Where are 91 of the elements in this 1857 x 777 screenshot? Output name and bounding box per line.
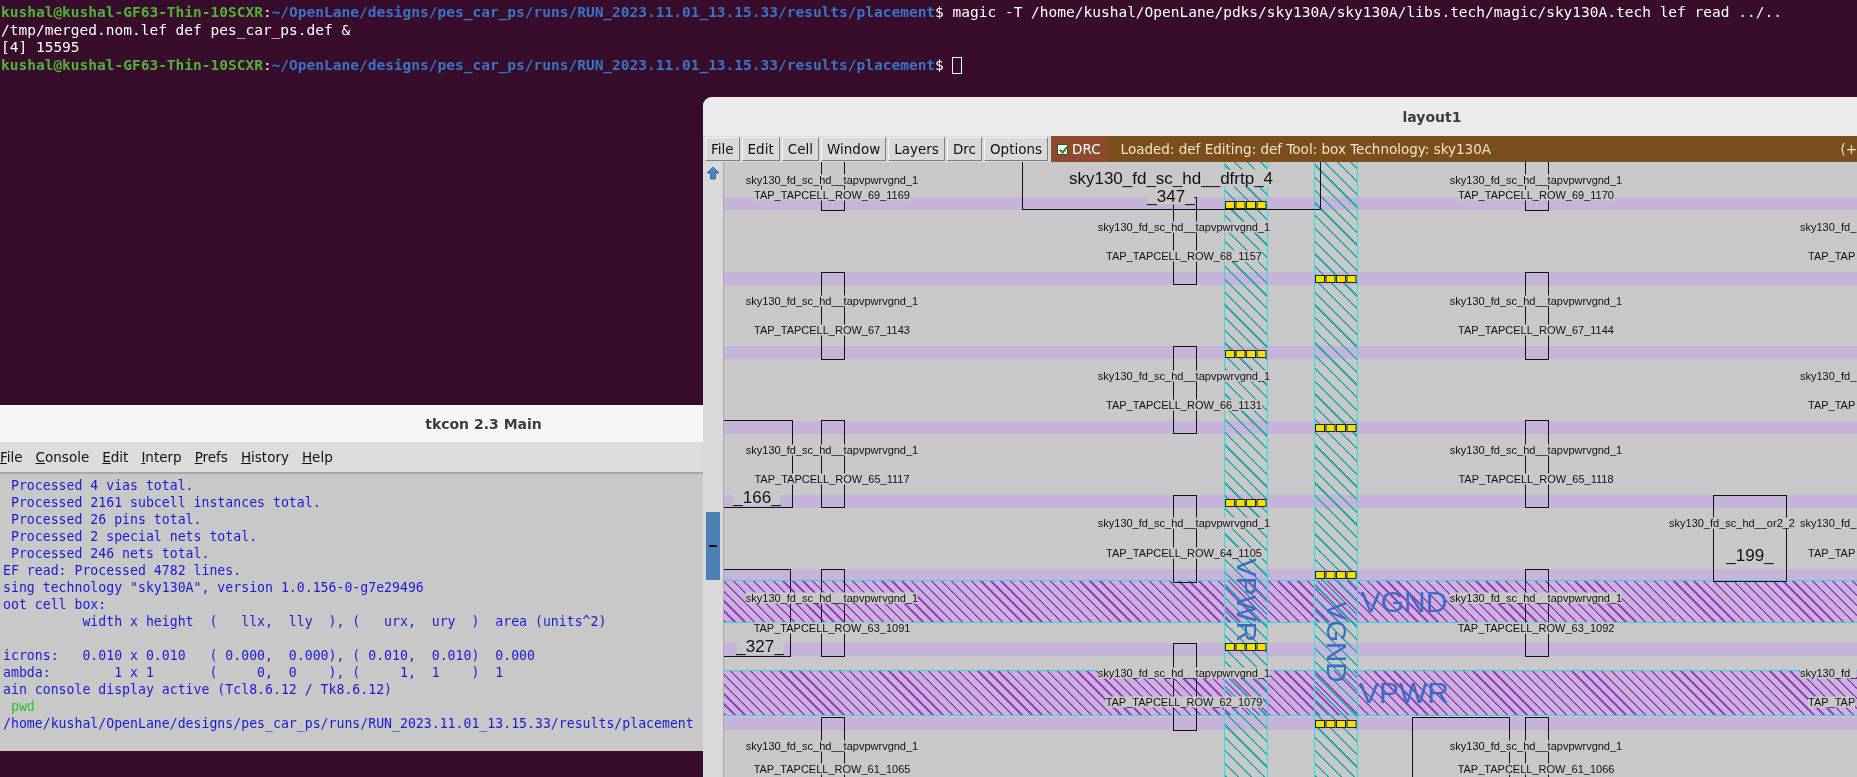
scroll-up-button[interactable] [706, 166, 720, 180]
window-title: tkcon 2.3 Main [425, 415, 542, 432]
menu-button[interactable]: Layers [888, 137, 945, 161]
net-label: VGND [1322, 601, 1350, 683]
console-line: EF read: Processed 4782 lines. [3, 563, 242, 578]
cell-label: sky130_fd_sc_hd__tapvpwrvgnd_1 [745, 592, 919, 604]
status-text: (+ [1840, 141, 1857, 157]
cell-label: TAP_TAPCELL_ROW_63_1091 [753, 622, 911, 634]
terminal-line: kushal@kushal-GF63-Thin-10SCXR:~/OpenLane/designs/pes_car_ps/runs/RUN_2023.11.01_13.15.33/results/placement$ magic -T /home/kushal/OpenLane/pdks/sky130A/sky130A/libs.tech/magic/sky130A.tech lef read ../.. [1, 4, 1782, 22]
menu-button[interactable]: Options [984, 137, 1049, 161]
cell-label: sky130_fd_sc_hd__tapvpwrvgnd_1 [1097, 667, 1271, 679]
contact-drawing [1315, 424, 1357, 432]
cell-label: TAP_TAPCELL_ROW_63_1092 [1457, 622, 1615, 634]
status-text: Loaded: def Editing: def Tool: box Technology: sky130A [1120, 141, 1491, 157]
menu-button[interactable]: File [705, 137, 740, 161]
contact-drawing [1315, 571, 1357, 579]
cell-label: sky130_fd_sc_hd__tapvpwrvgnd_1 [1449, 740, 1623, 752]
console-line: Processed 2161 subcell instances total. [9, 495, 321, 510]
console-line: ain console display active (Tcl8.6.12 / Tk8.6.12) [3, 682, 393, 697]
cell-label: TAP_TAPCELL_ROW_68_1157 [1106, 250, 1262, 262]
terminal-line: /tmp/merged.nom.lef def pes_car_ps.def & [1, 21, 351, 40]
cell-label: TAP_TAPCELL_ROW_61_1066 [1457, 763, 1615, 775]
menu-button[interactable]: Edit [741, 137, 780, 161]
contact-drawing [1315, 720, 1357, 728]
terminal-line: kushal@kushal-GF63-Thin-10SCXR:~/OpenLane/designs/pes_car_ps/runs/RUN_2023.11.01_13.15.33/results/placement$ [1, 57, 944, 75]
menu-button[interactable]: Window [821, 137, 887, 161]
cell-label: sky130_fd_ [1800, 667, 1857, 679]
cell-label: sky130_fd_sc_hd__tapvpwrvgnd_1 [745, 740, 919, 752]
terminal-line: [4] 15595 [1, 39, 80, 58]
window-title: layout1 [1402, 108, 1462, 125]
menu-button[interactable]: Cell [781, 137, 819, 161]
cell-label: TAP_TAPCELL_ROW_62_1079 [1105, 696, 1263, 708]
cell-label: sky130_fd_sc_hd__tapvpwrvgnd_1 [1449, 592, 1623, 604]
contact-drawing [1225, 499, 1267, 507]
console-line: Processed 2 special nets total. [9, 529, 258, 544]
cell-label: sky130_fd_sc_hd__tapvpwrvgnd_1 [745, 444, 919, 456]
cell-label: _166_ [733, 488, 781, 506]
cell-label: TAP_TAPCELL_ROW_65_1118 [1458, 473, 1614, 485]
cell-label: sky130_fd_sc_hd__tapvpwrvgnd_1 [745, 174, 919, 186]
cell-label: sky130_fd_sc_hd__tapvpwrvgnd_1 [1449, 174, 1623, 186]
cell-label: sky130_fd_sc_hd__tapvpwrvgnd_1 [745, 295, 919, 307]
cell-label: _347_ [1147, 187, 1195, 205]
contact-drawing [1315, 275, 1357, 283]
menu-item[interactable]: Interp [141, 449, 182, 465]
cell-label: TAP_TAPCELL_ROW_69_1169 [754, 189, 910, 201]
cell-label: TAP_TAPCELL_ROW_69_1170 [1458, 189, 1614, 201]
cell-label: TAP_TAP [1808, 399, 1856, 411]
cell-label: TAP_TAPCELL_ROW_67_1143 [754, 324, 910, 336]
cell-label: TAP_TAPCELL_ROW_61_1065 [753, 763, 911, 775]
contact-drawing [1225, 201, 1267, 209]
drc-checkbox[interactable]: DRC [1051, 136, 1107, 162]
console-line: width x height ( llx, lly ), ( urx, ury ) area (units^2) [81, 614, 607, 629]
cell-label: TAP_TAP [1808, 250, 1856, 262]
cell-label: sky130_fd_ [1800, 370, 1857, 382]
cell-label: TAP_TAPCELL_ROW_66_1131 [1106, 399, 1262, 411]
cell-label: sky130_fd_ [1800, 221, 1857, 233]
cell-label: TAP_TAPCELL_ROW_67_1144 [1458, 324, 1614, 336]
menu-button[interactable]: Drc [946, 137, 982, 161]
cell-label: TAP_TAP [1808, 696, 1856, 708]
cell-label: TAP_TAPCELL_ROW_64_1105 [1106, 547, 1262, 559]
cell-label: sky130_fd_sc_hd__dfrtp_4 [1068, 169, 1274, 187]
menu-item[interactable]: History [240, 449, 289, 465]
menu-item[interactable]: Help [301, 449, 333, 465]
console-line: Processed 246 nets total. [9, 546, 210, 561]
cell-label: sky130_fd_sc_hd__or2_2 [1669, 517, 1795, 529]
cell-label: TAP_TAPCELL_ROW_65_1117 [754, 473, 910, 485]
cell-label: TAP_TAP [1808, 547, 1856, 559]
cell-label: _327_ [736, 637, 784, 655]
cell-label: sky130_fd_ [1800, 517, 1857, 529]
console-line: /home/kushal/OpenLane/designs/pes_car_ps/runs/RUN_2023.11.01_13.15.33/results/placement [3, 716, 694, 731]
menu-item[interactable]: Edit [102, 449, 129, 465]
console-line: oot cell box: [3, 597, 107, 612]
cell-label: sky130_fd_sc_hd__tapvpwrvgnd_1 [1097, 221, 1271, 233]
cell-label: sky130_fd_sc_hd__tapvpwrvgnd_1 [1097, 370, 1271, 382]
contact-drawing [1225, 350, 1267, 358]
menu-item[interactable]: Console [35, 449, 90, 465]
console-line: ambda: 1 x 1 ( 0, 0 ), ( 1, 1 ) 1 [3, 665, 504, 680]
scroll-thumb[interactable] [706, 512, 720, 580]
contact-drawing [1225, 643, 1267, 651]
console-line: Processed 26 pins total. [9, 512, 202, 527]
cell-label: _199_ [1726, 546, 1774, 564]
console-line: sing technology "sky130A", version 1.0.156-0-g7e29496 [3, 580, 424, 595]
menu-item[interactable]: File [0, 449, 23, 465]
cell-label: sky130_fd_sc_hd__tapvpwrvgnd_1 [1097, 517, 1271, 529]
console-line: icrons: 0.010 x 0.010 ( 0.000, 0.000), ( 0.010, 0.010) 0.000 [3, 648, 535, 663]
net-label: VPWR [1232, 558, 1260, 642]
cell-label: sky130_fd_sc_hd__tapvpwrvgnd_1 [1449, 444, 1623, 456]
cell-label: sky130_fd_sc_hd__tapvpwrvgnd_1 [1449, 295, 1623, 307]
menu-item[interactable]: Prefs [194, 449, 228, 465]
console-command: pwd [9, 699, 35, 714]
console-line: Processed 4 vias total. [9, 478, 194, 493]
